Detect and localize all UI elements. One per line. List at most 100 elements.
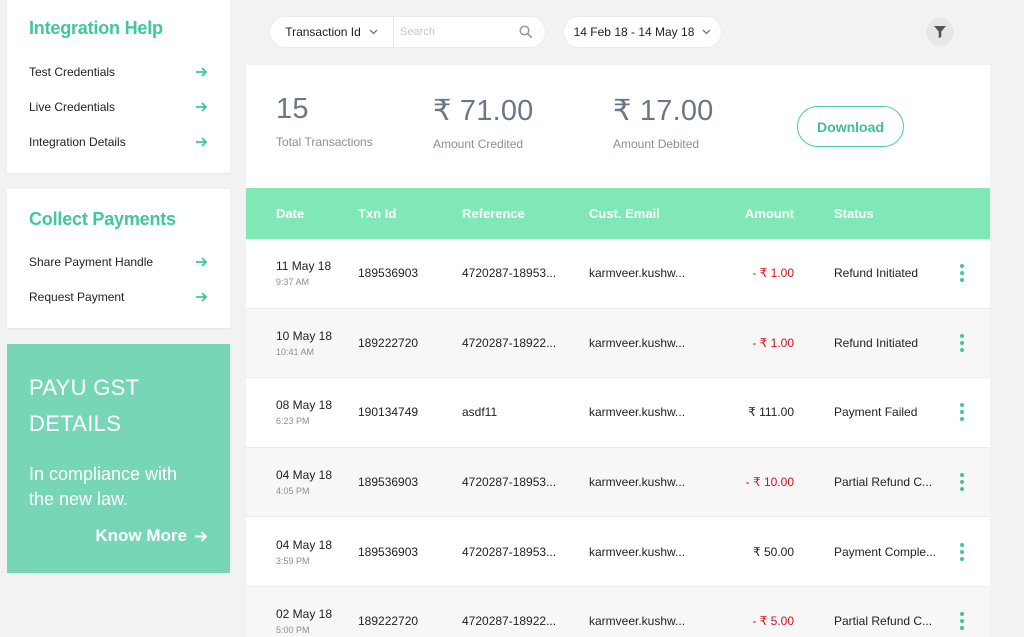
row-email: karmveer.kushw... <box>589 475 686 490</box>
filter-button[interactable] <box>926 18 954 46</box>
column-header-date[interactable]: Date <box>276 206 304 221</box>
sidebar-item-test-credentials[interactable]: Test Credentials <box>7 54 230 89</box>
arrow-right-icon <box>196 101 208 112</box>
cell-date: 10 May 18 10:41 AM <box>276 329 332 357</box>
column-header-amount[interactable]: Amount <box>745 206 794 221</box>
table-header: Date Txn Id Reference Cust. Email Amount… <box>246 188 990 239</box>
integration-help-title: Integration Help <box>29 18 163 38</box>
row-status: Payment Failed <box>834 405 918 420</box>
column-header-email[interactable]: Cust. Email <box>589 206 660 221</box>
row-menu-icon[interactable] <box>958 612 966 631</box>
column-header-reference[interactable]: Reference <box>462 206 525 221</box>
stat-value: 15 <box>276 93 309 125</box>
cell-date: 04 May 18 3:59 PM <box>276 538 332 566</box>
download-button[interactable]: Download <box>797 106 904 147</box>
stat-value: ₹ 17.00 <box>613 95 714 127</box>
row-amount: - ₹ 1.00 <box>752 266 794 281</box>
gst-promo-banner: PAYU GST DETAILS In compliance with the … <box>7 344 230 573</box>
summary-stats: 15 Total Transactions ₹ 71.00 Amount Cre… <box>246 65 990 188</box>
search-group: Transaction Id <box>270 17 545 47</box>
arrow-right-icon <box>196 291 208 302</box>
search-field-select[interactable]: Transaction Id <box>270 17 394 47</box>
row-txn-id: 189536903 <box>358 266 419 281</box>
stat-total-transactions: 15 Total Transactions <box>276 93 373 149</box>
collect-payments-title: Collect Payments <box>29 209 176 229</box>
search-input[interactable] <box>400 18 510 46</box>
row-reference: 4720287-18953... <box>462 544 557 559</box>
row-menu-icon[interactable] <box>958 403 966 422</box>
table-row[interactable]: 04 May 18 3:59 PM 189536903 4720287-1895… <box>246 517 990 587</box>
row-date: 08 May 18 <box>276 398 333 413</box>
row-time: 4:05 PM <box>276 486 310 497</box>
row-email: karmveer.kushw... <box>589 405 686 420</box>
table-row[interactable]: 10 May 18 10:41 AM 189222720 4720287-189… <box>246 308 990 379</box>
row-amount: ₹ 111.00 <box>748 405 794 420</box>
sidebar-item-share-payment-handle[interactable]: Share Payment Handle <box>7 244 230 279</box>
chevron-down-icon <box>369 29 378 35</box>
know-more-label: Know More <box>95 526 187 545</box>
row-txn-id: 189222720 <box>358 335 419 350</box>
row-date: 11 May 18 <box>276 259 332 274</box>
row-reference: asdf11 <box>462 405 498 420</box>
gst-title-line-1: PAYU GST <box>29 375 140 400</box>
column-header-status[interactable]: Status <box>834 206 874 221</box>
arrow-right-icon <box>196 66 208 77</box>
gst-subtitle: In compliance with the new law. <box>29 462 230 512</box>
filter-icon <box>934 26 946 38</box>
row-time: 3:59 PM <box>276 555 310 566</box>
gst-title-line-2: DETAILS <box>29 411 122 436</box>
row-menu-icon[interactable] <box>958 264 966 283</box>
row-email: karmveer.kushw... <box>589 544 686 559</box>
row-reference: 4720287-18922... <box>462 614 557 629</box>
row-menu-icon[interactable] <box>958 333 966 352</box>
row-menu-icon[interactable] <box>958 542 966 561</box>
sidebar-item-label: Test Credentials <box>29 64 116 79</box>
chevron-down-icon <box>702 29 711 35</box>
know-more-link[interactable]: Know More <box>95 526 208 546</box>
gst-subtitle-line-2: the new law. <box>29 489 129 509</box>
row-txn-id: 190134749 <box>358 405 419 420</box>
row-date: 10 May 18 <box>276 328 333 343</box>
row-status: Payment Comple... <box>834 544 937 559</box>
table-row[interactable]: 04 May 18 4:05 PM 189536903 4720287-1895… <box>246 447 990 518</box>
sidebar-item-label: Integration Details <box>29 134 126 149</box>
cell-date: 04 May 18 4:05 PM <box>276 468 332 496</box>
gst-subtitle-line-1: In compliance with <box>29 464 178 484</box>
row-status: Partial Refund C... <box>834 475 933 490</box>
arrow-right-icon <box>195 530 208 542</box>
row-menu-icon[interactable] <box>958 473 966 492</box>
table-row[interactable]: 02 May 18 5:00 PM 189222720 4720287-1892… <box>246 586 990 637</box>
search-icon[interactable] <box>516 22 536 42</box>
stat-label: Amount Credited <box>433 137 524 151</box>
row-reference: 4720287-18953... <box>462 266 557 281</box>
cell-date: 11 May 18 9:37 AM <box>276 259 331 287</box>
date-range-picker[interactable]: 14 Feb 18 - 14 May 18 <box>564 17 721 47</box>
column-header-txn-id[interactable]: Txn Id <box>358 206 396 221</box>
sidebar-item-live-credentials[interactable]: Live Credentials <box>7 89 230 124</box>
row-txn-id: 189536903 <box>358 475 419 490</box>
cell-date: 08 May 18 6:23 PM <box>276 398 332 426</box>
row-email: karmveer.kushw... <box>589 266 686 281</box>
arrow-right-icon <box>196 256 208 267</box>
table-row[interactable]: 11 May 18 9:37 AM 189536903 4720287-1895… <box>246 239 990 309</box>
gst-title: PAYU GST DETAILS <box>29 370 230 442</box>
arrow-right-icon <box>196 136 208 147</box>
row-txn-id: 189536903 <box>358 544 419 559</box>
toolbar: Transaction Id 14 Feb 18 - 14 May 18 <box>246 0 990 65</box>
cell-date: 02 May 18 5:00 PM <box>276 607 332 635</box>
stat-amount-debited: ₹ 17.00 Amount Debited <box>613 93 713 151</box>
sidebar-item-label: Request Payment <box>29 289 125 304</box>
row-amount: - ₹ 10.00 <box>745 475 794 490</box>
transactions-table-body: 11 May 18 9:37 AM 189536903 4720287-1895… <box>246 239 990 637</box>
row-time: 6:23 PM <box>276 416 310 427</box>
row-time: 9:37 AM <box>276 277 310 288</box>
row-status: Refund Initiated <box>834 335 919 350</box>
row-time: 5:00 PM <box>276 625 310 636</box>
search-field-label: Transaction Id <box>285 25 361 39</box>
main-panel: Transaction Id 14 Feb 18 - 14 May 18 15 … <box>246 0 990 637</box>
row-date: 04 May 18 <box>276 537 333 552</box>
sidebar-item-integration-details[interactable]: Integration Details <box>7 124 230 159</box>
table-row[interactable]: 08 May 18 6:23 PM 190134749 asdf11 karmv… <box>246 378 990 448</box>
sidebar-item-request-payment[interactable]: Request Payment <box>7 279 230 314</box>
row-amount: - ₹ 1.00 <box>752 335 794 350</box>
